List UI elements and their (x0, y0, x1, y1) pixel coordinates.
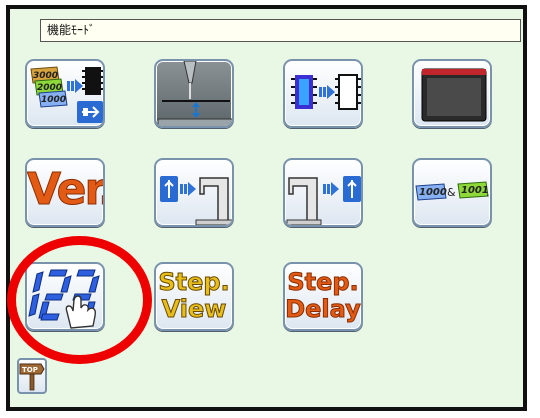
card-compare-more: ... (486, 186, 492, 199)
needle-height-button[interactable] (154, 59, 234, 128)
card-compare-button[interactable]: 1000 & 1001 ... (412, 158, 492, 227)
card-label-1000: 1000 (41, 95, 66, 105)
function-mode-title: 機能ﾓｰﾄﾞ (40, 19, 521, 42)
display-settings-button[interactable] (412, 59, 492, 128)
step-view-button[interactable]: Step. View (154, 262, 234, 331)
card-to-usb-button[interactable]: 3000 2000 1000 (25, 59, 105, 128)
needle-height-icon (157, 61, 232, 126)
machine-to-usb-icon (286, 176, 361, 225)
card-compare-icon: 1000 & 1001 ... (415, 181, 492, 201)
version-button[interactable]: Ver. (25, 158, 105, 227)
chip-copy-icon (291, 74, 361, 110)
signpost-icon: TOP (19, 363, 45, 391)
display-screen-icon (421, 68, 487, 122)
chip-copy-button[interactable] (283, 59, 363, 128)
number-keypad-icon (28, 269, 100, 329)
card-compare-left: 1000 (419, 187, 447, 198)
step-delay-button[interactable]: Step. Delay (283, 262, 363, 331)
step-view-line1: Step. (158, 268, 230, 296)
version-label: Ver. (27, 164, 105, 215)
card-compare-right: 1001 (461, 185, 489, 196)
usb-to-machine-icon (160, 176, 232, 225)
card-compare-amp: & (447, 186, 456, 199)
number-input-button[interactable] (25, 262, 105, 331)
step-view-line2: View (161, 295, 227, 323)
card-label-2000: 2000 (37, 83, 62, 93)
machine-to-usb-button[interactable] (283, 158, 363, 227)
step-delay-line1: Step. (287, 268, 359, 296)
step-delay-line2: Delay (285, 295, 361, 323)
usb-to-machine-button[interactable] (154, 158, 234, 227)
top-button[interactable]: TOP (17, 358, 47, 394)
card-label-3000: 3000 (33, 71, 58, 81)
card-to-usb-icon: 3000 2000 1000 (30, 66, 103, 123)
top-label: TOP (22, 366, 38, 374)
